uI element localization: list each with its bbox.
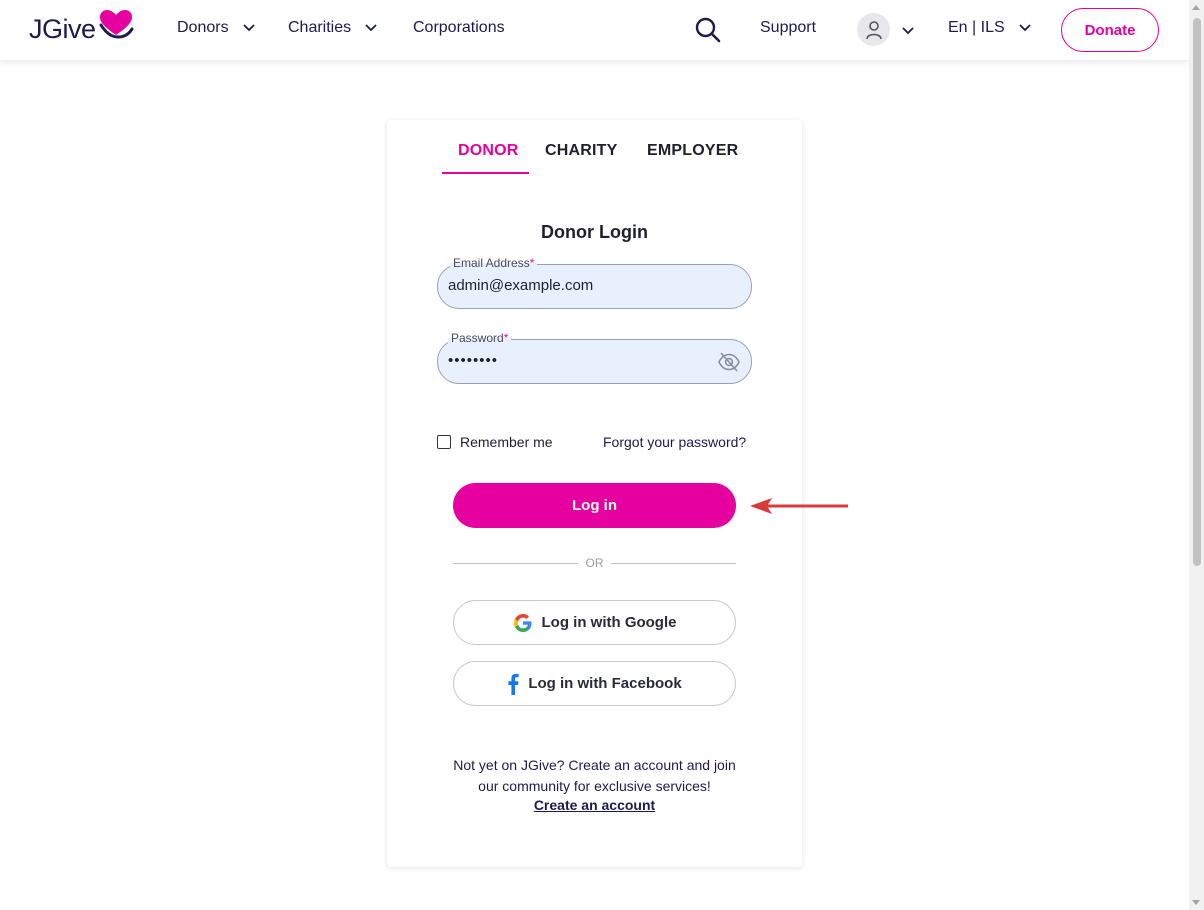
chevron-down-icon[interactable] — [902, 22, 914, 40]
remember-me[interactable]: Remember me — [437, 434, 553, 450]
login-card: DONOR CHARITY EMPLOYER Donor Login Email… — [387, 120, 802, 867]
jgive-logo[interactable]: JGive — [29, 10, 134, 45]
email-value: admin@example.com — [448, 277, 594, 294]
signup-prompt: Not yet on JGive? Create an account and … — [387, 755, 802, 797]
or-divider: OR — [453, 556, 736, 570]
tab-donor[interactable]: DONOR — [458, 142, 519, 160]
forgot-password-link[interactable]: Forgot your password? — [603, 434, 746, 450]
email-field[interactable]: Email Address* admin@example.com — [437, 256, 752, 309]
site-header: JGive Donors Charities Corporations Supp… — [0, 0, 1189, 60]
tab-charity[interactable]: CHARITY — [545, 142, 618, 160]
vertical-scrollbar[interactable] — [1189, 0, 1204, 910]
chevron-down-icon — [365, 19, 377, 37]
eye-off-icon[interactable] — [717, 351, 741, 378]
chevron-down-icon — [1019, 19, 1031, 37]
scroll-up-icon[interactable] — [1192, 5, 1200, 10]
or-label: OR — [585, 556, 604, 570]
user-icon[interactable] — [857, 13, 890, 46]
heart-logo-icon — [98, 9, 134, 44]
search-icon[interactable] — [694, 16, 722, 49]
nav-corporations-label: Corporations — [413, 19, 505, 36]
language-currency-selector[interactable]: En | ILS — [948, 19, 1031, 37]
nav-donors-label: Donors — [177, 19, 229, 36]
google-login-button[interactable]: Log in with Google — [453, 600, 736, 645]
password-field[interactable]: Password* •••••••• — [437, 331, 752, 384]
scroll-thumb[interactable] — [1193, 18, 1201, 566]
login-title: Donor Login — [541, 222, 648, 242]
email-label: Email Address* — [450, 256, 538, 270]
nav-corporations[interactable]: Corporations — [413, 19, 505, 37]
red-arrow-annotation — [748, 495, 852, 522]
password-value: •••••••• — [448, 352, 499, 369]
facebook-login-button[interactable]: Log in with Facebook — [453, 661, 736, 706]
page: JGive Donors Charities Corporations Supp… — [0, 0, 1204, 910]
remember-checkbox[interactable] — [437, 435, 451, 449]
remember-label: Remember me — [460, 434, 553, 450]
google-login-label: Log in with Google — [541, 614, 677, 631]
google-icon — [513, 613, 533, 633]
chevron-down-icon — [242, 19, 255, 37]
facebook-login-label: Log in with Facebook — [528, 675, 682, 692]
signup-prompt-line2: our community for exclusive services! — [478, 778, 711, 794]
signup-prompt-line1: Not yet on JGive? Create an account and … — [453, 757, 736, 773]
donate-button[interactable]: Donate — [1061, 8, 1159, 52]
support-link[interactable]: Support — [760, 19, 816, 37]
nav-charities[interactable]: Charities — [288, 19, 377, 37]
login-button[interactable]: Log in — [453, 483, 736, 528]
facebook-icon — [507, 673, 519, 695]
create-account-link[interactable]: Create an account — [387, 797, 802, 813]
nav-donors[interactable]: Donors — [177, 19, 255, 37]
active-tab-indicator — [442, 172, 529, 174]
tab-employer[interactable]: EMPLOYER — [647, 142, 738, 160]
scroll-down-icon[interactable] — [1192, 900, 1200, 905]
logo-text: JGive — [29, 14, 96, 44]
password-label: Password* — [448, 331, 512, 345]
language-label: En | ILS — [948, 19, 1005, 36]
nav-charities-label: Charities — [288, 19, 352, 36]
